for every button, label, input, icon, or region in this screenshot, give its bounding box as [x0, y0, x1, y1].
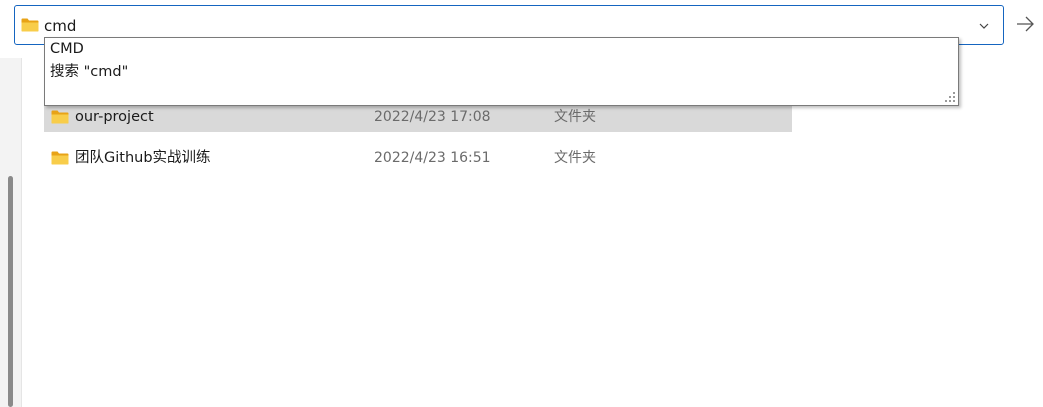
- chevron-down-icon[interactable]: [975, 17, 993, 35]
- file-name[interactable]: our-project: [75, 108, 154, 126]
- file-date: 2022/4/23 17:08: [374, 109, 491, 125]
- file-date: 2022/4/23 16:51: [374, 150, 491, 166]
- file-name[interactable]: 团队Github实战训练: [75, 149, 211, 167]
- navigation-pane: [0, 58, 22, 407]
- folder-icon: [51, 151, 69, 165]
- suggestion-item-search[interactable]: 搜索 "cmd": [50, 62, 128, 82]
- file-row[interactable]: 团队Github实战训练 2022/4/23 16:51 文件夹: [44, 143, 792, 173]
- file-row[interactable]: our-project 2022/4/23 17:08 文件夹: [44, 102, 792, 132]
- file-explorer-window: our-project 2022/4/23 17:08 文件夹 团队Github…: [0, 0, 1043, 407]
- autocomplete-dropdown: CMD 搜索 "cmd": [44, 37, 959, 106]
- arrow-right-icon[interactable]: [1014, 13, 1036, 35]
- suggestion-item-cmd[interactable]: CMD: [50, 39, 84, 59]
- scrollbar-thumb[interactable]: [8, 176, 13, 407]
- folder-icon: [51, 110, 69, 124]
- file-type: 文件夹: [554, 150, 596, 166]
- folder-icon: [21, 18, 39, 32]
- resize-grip-icon[interactable]: [944, 91, 956, 103]
- address-input[interactable]: [44, 16, 944, 36]
- file-type: 文件夹: [554, 109, 596, 125]
